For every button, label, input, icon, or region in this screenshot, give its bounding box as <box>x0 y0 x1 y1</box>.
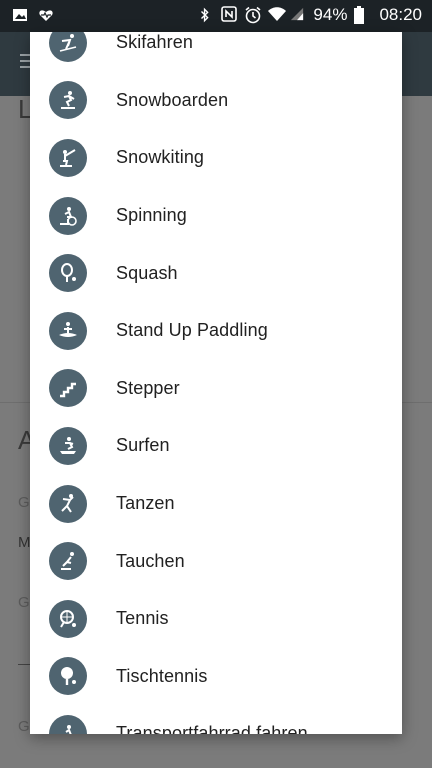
nfc-icon <box>221 6 238 24</box>
image-icon <box>12 7 28 25</box>
surf-icon <box>49 426 87 465</box>
snowkite-icon <box>49 138 87 177</box>
tennis-icon <box>49 599 87 638</box>
battery-icon <box>354 6 370 24</box>
heart-pulse-icon <box>38 7 54 25</box>
sport-item[interactable]: Snowkiting <box>30 129 402 187</box>
sport-item-label: Stand Up Paddling <box>116 320 268 341</box>
sport-item[interactable]: Stepper <box>30 360 402 418</box>
sport-item[interactable]: Snowboarden <box>30 72 402 130</box>
skiing-icon <box>49 32 87 62</box>
background-label: G <box>18 718 30 735</box>
sport-item-label: Spinning <box>116 205 187 226</box>
sport-item-label: Snowboarden <box>116 89 229 110</box>
sport-item-label: Squash <box>116 262 178 283</box>
sport-item[interactable]: Transportfahrrad fahren <box>30 705 402 734</box>
wifi-icon <box>267 6 287 24</box>
diving-icon <box>49 542 87 581</box>
stairs-icon <box>49 369 87 408</box>
spinning-icon <box>49 196 87 235</box>
sport-item-label: Tauchen <box>116 550 185 571</box>
table-tennis-icon <box>49 657 87 696</box>
background-label: G <box>18 594 30 611</box>
clock: 08:20 <box>379 5 422 24</box>
sport-item-label: Skifahren <box>116 32 193 53</box>
battery-percent: 94% <box>313 5 348 24</box>
alarm-icon <box>244 6 261 24</box>
sport-list[interactable]: Skifahren Snowboarden Snowkiting Spinning Sq… <box>30 32 402 734</box>
sport-item-label: Tennis <box>116 608 169 629</box>
sport-item[interactable]: Stand Up Paddling <box>30 302 402 360</box>
status-bar: 94% 08:20 <box>0 0 432 32</box>
snowboard-icon <box>49 81 87 120</box>
sport-item[interactable]: Tischtennis <box>30 648 402 706</box>
sport-item-label: Tischtennis <box>116 665 208 686</box>
sport-item-label: Transportfahrrad fahren <box>116 723 308 734</box>
squash-icon <box>49 254 87 293</box>
sport-item-label: Snowkiting <box>116 147 205 168</box>
sport-picker-dialog: Skifahren Snowboarden Snowkiting Spinning Sq… <box>30 32 402 734</box>
sport-item-label: Stepper <box>116 377 180 398</box>
paddle-icon <box>49 311 87 350</box>
sport-item[interactable]: Spinning <box>30 187 402 245</box>
sport-item[interactable]: Surfen <box>30 417 402 475</box>
background-value: M <box>18 534 31 551</box>
sport-item-label: Surfen <box>116 435 170 456</box>
sport-item-label: Tanzen <box>116 493 175 514</box>
cargo-bike-icon <box>49 714 87 734</box>
signal-icon <box>290 6 306 24</box>
sport-item[interactable]: Squash <box>30 244 402 302</box>
sport-item[interactable]: Skifahren <box>30 32 402 72</box>
sport-item[interactable]: Tauchen <box>30 532 402 590</box>
sport-item[interactable]: Tennis <box>30 590 402 648</box>
dance-icon <box>49 484 87 523</box>
sport-item[interactable]: Tanzen <box>30 475 402 533</box>
bluetooth-icon <box>198 6 214 24</box>
background-label: G <box>18 494 30 511</box>
